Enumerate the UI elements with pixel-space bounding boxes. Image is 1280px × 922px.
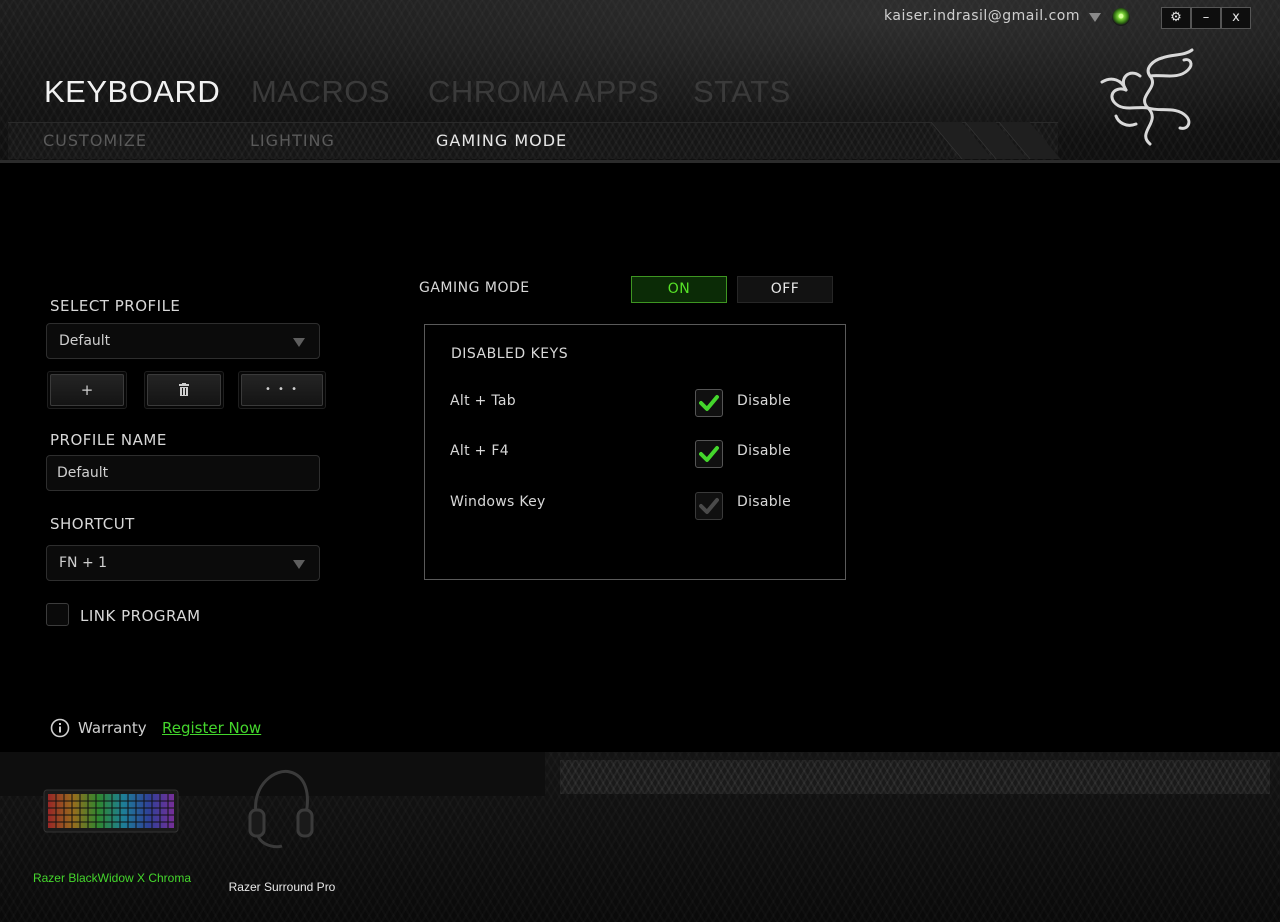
key-action: Disable [737, 494, 792, 510]
link-program-checkbox[interactable] [46, 603, 69, 626]
razer-logo-icon [1100, 48, 1194, 146]
subtab-gaming-mode[interactable]: GAMING MODE [436, 131, 567, 150]
status-orb-icon[interactable] [1112, 8, 1130, 26]
tab-chroma-apps[interactable]: CHROMA APPS [428, 74, 659, 110]
add-profile-wrap: + [47, 371, 127, 409]
headset-icon [248, 769, 314, 849]
register-now-link[interactable]: Register Now [162, 719, 261, 737]
trash-icon [179, 383, 189, 396]
close-button[interactable]: x [1221, 7, 1251, 29]
warranty-label: Warranty [78, 719, 147, 737]
more-options-button[interactable]: • • • [241, 374, 323, 406]
key-name: Alt + Tab [450, 393, 516, 409]
disable-alt-tab-checkbox[interactable] [695, 389, 723, 417]
keyboard-icon [43, 789, 179, 833]
minimize-button[interactable]: – [1191, 7, 1221, 29]
shortcut-value: FN + 1 [59, 555, 108, 571]
chevron-down-icon [293, 560, 305, 569]
checkmark-icon [699, 498, 719, 514]
delete-profile-wrap [144, 371, 224, 409]
account-email[interactable]: kaiser.indrasil@gmail.com [884, 8, 1080, 24]
profile-select-value: Default [59, 333, 111, 349]
header-divider [0, 160, 1280, 163]
link-program-label: LINK PROGRAM [80, 607, 201, 625]
gaming-mode-label: GAMING MODE [419, 280, 530, 296]
info-icon [50, 718, 70, 738]
device-headset[interactable] [240, 764, 320, 854]
shortcut-select[interactable]: FN + 1 [46, 545, 320, 581]
profile-name-input[interactable]: Default [46, 455, 320, 491]
select-profile-label: SELECT PROFILE [50, 297, 181, 315]
device-keyboard[interactable] [40, 784, 182, 840]
checkmark-icon [699, 446, 719, 462]
disable-alt-f4-checkbox[interactable] [695, 440, 723, 468]
shortcut-label: SHORTCUT [50, 515, 135, 533]
tab-stats[interactable]: STATS [693, 74, 791, 110]
key-action: Disable [737, 443, 792, 459]
more-options-wrap: • • • [238, 371, 326, 409]
profile-select[interactable]: Default [46, 323, 320, 359]
checkmark-icon [699, 395, 719, 411]
device-name-keyboard[interactable]: Razer BlackWidow X Chroma [32, 871, 192, 885]
subtab-customize[interactable]: CUSTOMIZE [43, 131, 147, 150]
settings-button[interactable]: ⚙ [1161, 7, 1191, 29]
disabled-keys-title: DISABLED KEYS [451, 346, 569, 362]
profile-name-label: PROFILE NAME [50, 431, 167, 449]
key-action: Disable [737, 393, 792, 409]
subtab-lighting[interactable]: LIGHTING [250, 131, 335, 150]
gaming-mode-on-button[interactable]: ON [631, 276, 727, 303]
delete-profile-button[interactable] [147, 374, 221, 406]
key-name: Alt + F4 [450, 443, 509, 459]
gaming-mode-off-button[interactable]: OFF [737, 276, 833, 303]
key-name: Windows Key [450, 494, 546, 510]
device-bar-strip [560, 760, 1270, 794]
chevron-down-icon[interactable] [1089, 13, 1101, 22]
add-profile-button[interactable]: + [50, 374, 124, 406]
disable-windows-key-checkbox[interactable] [695, 492, 723, 520]
chevron-down-icon [293, 338, 305, 347]
tab-macros[interactable]: MACROS [251, 74, 390, 110]
tab-keyboard[interactable]: KEYBOARD [44, 74, 220, 110]
device-name-headset[interactable]: Razer Surround Pro [212, 880, 352, 894]
